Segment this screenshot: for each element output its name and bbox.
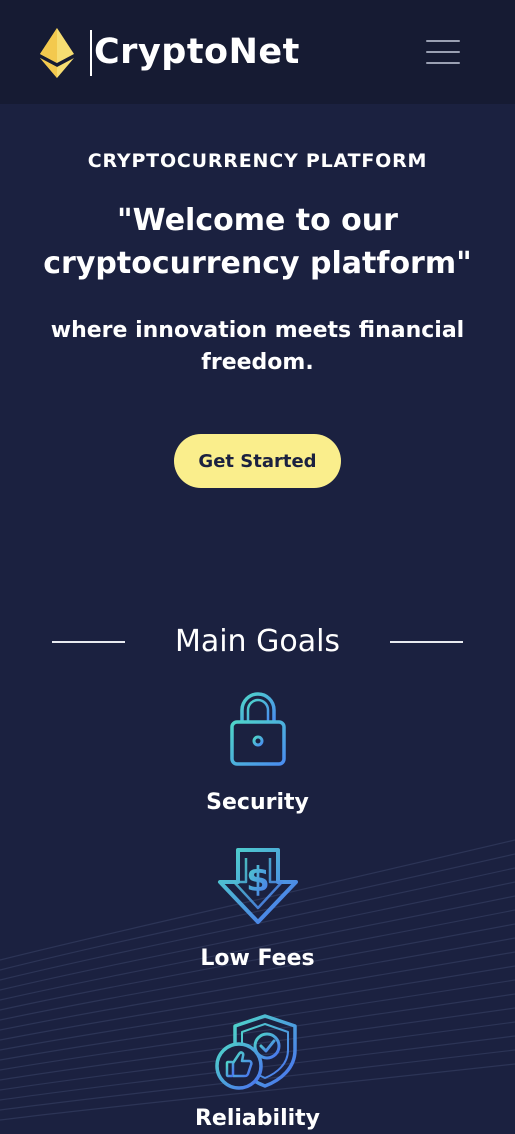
menu-bar (426, 51, 460, 53)
padlock-icon (229, 692, 286, 766)
goal-label: Security (206, 790, 309, 815)
dollar-down-arrow-icon: $ (217, 848, 298, 924)
goal-label: Low Fees (200, 946, 315, 971)
goal-label: Reliability (194, 1106, 321, 1131)
page: CryptoNet CRYPTOCURRENCY PLATFORM "Welco… (0, 0, 515, 1134)
navbar: CryptoNet (0, 0, 515, 104)
hero-title: "Welcome to our cryptocurrency platform" (43, 203, 472, 281)
svg-text:$: $ (246, 860, 270, 900)
divider-right (390, 641, 463, 643)
get-started-button[interactable]: Get Started (174, 434, 341, 488)
shield-thumbs-up-icon (214, 1014, 297, 1090)
ethereum-diamond-icon[interactable] (40, 28, 74, 78)
brand-name[interactable]: CryptoNet (94, 28, 300, 76)
menu-bar (426, 40, 460, 42)
goal-low-fees: $ Low Fees (0, 846, 515, 971)
main-goals-heading: Main Goals (0, 618, 515, 666)
text-cursor (90, 30, 92, 76)
goal-reliability: Reliability (0, 1012, 515, 1131)
hamburger-menu-icon[interactable] (426, 36, 464, 68)
menu-bar (426, 62, 460, 64)
goal-security: Security (0, 688, 515, 815)
hero-subtitle: where innovation meets financial freedom… (50, 318, 465, 375)
hero-eyebrow: CRYPTOCURRENCY PLATFORM (87, 150, 428, 172)
